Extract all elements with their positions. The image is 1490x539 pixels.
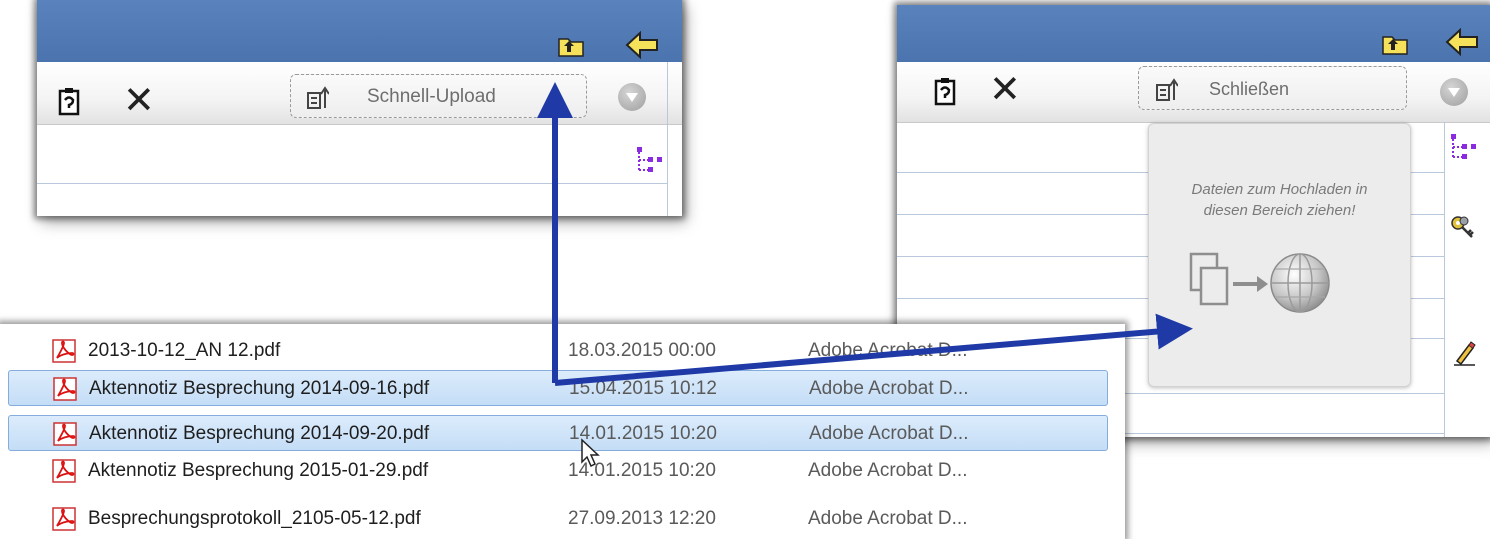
mouse-cursor-icon — [581, 438, 600, 468]
arrow-to-drop-zone — [554, 313, 1193, 386]
drag-arrows — [537, 82, 1193, 468]
